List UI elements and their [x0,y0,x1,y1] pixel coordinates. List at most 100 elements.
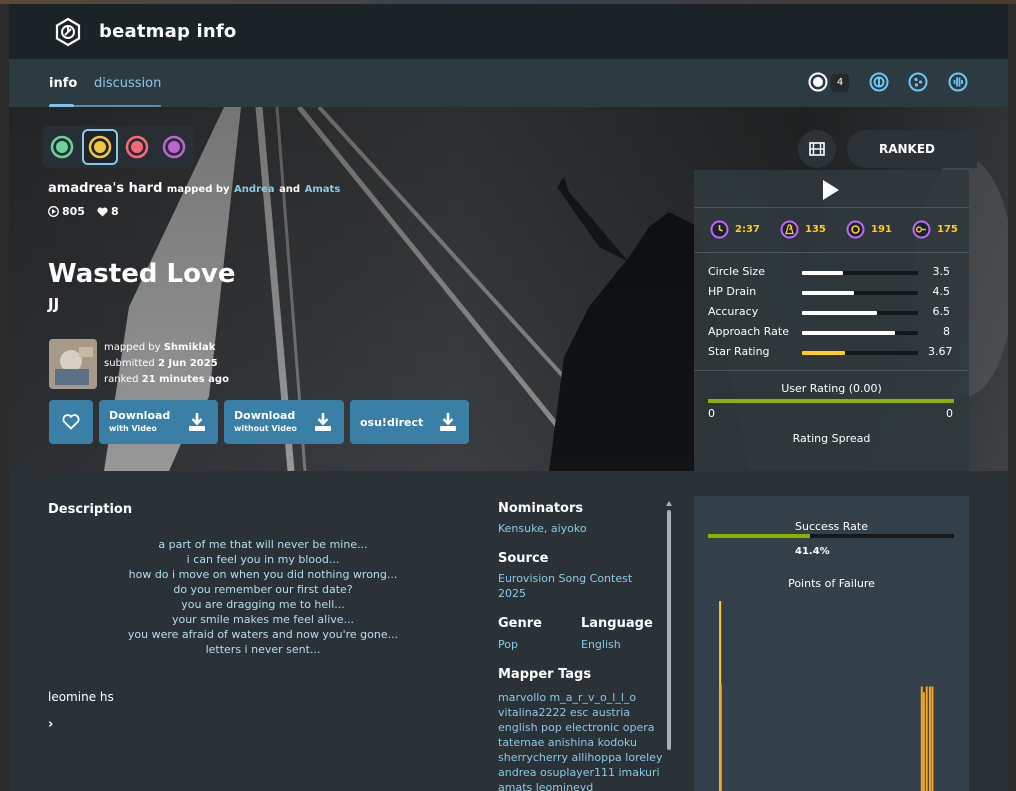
description-footer: leomine hs [48,690,114,704]
attribute-value: 8 [943,325,950,338]
download-without-video-button[interactable]: Download without Video [224,400,344,444]
success-rate-panel: Success Rate 41.4% Points of Failure [694,496,969,791]
beatmap-stats-panel: 2:37 135 191 175 Circle Size 3.5 HP Drai… [694,170,969,471]
attribute-value: 3.67 [928,345,953,358]
attribute-label: Star Rating [708,345,770,358]
chevron-right-icon[interactable]: › [48,717,53,732]
attribute-bar-fill [802,331,895,335]
download-label: Download [109,409,171,422]
taiko-mode-icon[interactable] [869,72,889,92]
failure-bar [928,686,931,791]
osu-mode-icon[interactable] [808,72,828,92]
bpm-value: 135 [805,224,826,235]
ranked-date: 21 minutes ago [141,374,229,385]
difficulty-hard-icon[interactable] [88,135,112,159]
difficulty-expert-icon[interactable] [162,135,186,159]
download-icon [440,413,456,431]
description-line: i can feel you in my blood... [186,553,340,566]
mapped-by-prefix: mapped by [104,342,161,353]
guest-mapper-link[interactable]: Andrea [234,184,274,195]
beatmap-banner: amadrea's hard mapped by Andrea and Amat… [9,107,1008,471]
difficulty-insane-icon[interactable] [125,135,149,159]
user-rating-label: User Rating (0.00) [781,382,882,395]
attribute-value: 4.5 [932,285,951,298]
divider [694,370,969,371]
source-value[interactable]: Eurovision Song Contest 2025 [498,571,648,601]
success-rate-fill [708,534,810,538]
description-line: how do i move on when you did nothing wr… [128,568,398,581]
film-icon [809,142,825,156]
play-count: 805 [48,205,85,218]
download-label: Download [234,409,296,422]
points-of-failure-chart [719,601,934,791]
language-value[interactable]: English [581,637,621,652]
mania-mode-icon[interactable] [948,72,968,92]
play-stats: 805 8 [48,205,119,218]
description-text: a part of me that will never be mine... … [89,537,437,657]
download-with-video-button[interactable]: Download with Video [99,400,218,444]
attribute-bar [802,311,918,315]
osu-direct-button[interactable]: osu!direct [350,400,469,444]
scrollbar-thumb[interactable] [667,510,671,750]
ranked-prefix: ranked [104,374,139,385]
favourite-count-value: 8 [110,205,119,218]
catch-mode-icon[interactable] [908,72,928,92]
description-line: letters i never sent... [205,643,321,656]
bpm-stat: 135 [780,220,826,239]
genre-value[interactable]: Pop [498,637,518,652]
success-rate-value: 41.4% [795,546,830,557]
metronome-icon [780,220,799,239]
circles-stat: 191 [846,220,892,239]
failure-bar [931,686,934,791]
failure-bar [920,686,923,791]
attribute-label: Accuracy [708,305,759,318]
rating-min: 0 [708,407,715,420]
video-toggle-button[interactable] [798,130,836,168]
tab-info[interactable]: info [49,76,77,91]
submitted-line: submitted 2 Jun 2025 [104,356,229,372]
mapped-by-label: mapped by [166,184,230,195]
tab-discussion[interactable]: discussion [94,76,161,91]
attribute-bar [802,271,918,275]
attribute-bar-fill [802,351,845,355]
failure-bar [925,686,928,791]
difficulty-easy-icon[interactable] [50,135,74,159]
mapper-info: mapped by Shmiklak submitted 2 Jun 2025 … [104,340,229,388]
mapper-line: mapped by Shmiklak [104,340,229,356]
play-preview-icon[interactable] [818,178,842,202]
sliders-stat: 175 [912,220,958,239]
attribute-bar-fill [802,271,843,275]
failure-bar [719,684,722,791]
and-label: and [279,184,301,195]
genre-heading: Genre [498,616,542,631]
creator-link[interactable]: Shmiklak [164,342,216,353]
failure-bar [922,692,925,791]
heart-icon [97,206,108,216]
mapper-avatar[interactable] [49,339,97,389]
description-line: your smile makes me feel alive... [171,613,355,626]
favourite-button[interactable] [49,400,93,444]
nominators-value[interactable]: Kensuke, aiyoko [498,521,587,536]
attribute-approach-rate: Approach Rate 8 [708,325,958,341]
beatmap-logo-icon [55,17,81,47]
guest-mapper-link[interactable]: Amats [305,184,341,195]
mode-difficulty-count: 4 [831,74,849,92]
attribute-bar-fill [802,291,855,295]
description-heading: Description [48,502,133,517]
osu-direct-label: osu!direct [360,416,424,429]
heart-outline-icon [62,414,80,430]
description-line: do you remember our first date? [173,583,353,596]
song-artist: JJ [48,295,60,313]
difficulty-picker [42,126,194,168]
attribute-bar-fill [802,311,878,315]
attribute-value: 3.5 [932,265,951,278]
attribute-label: HP Drain [708,285,757,298]
mapper-tags-list[interactable]: marvollo m_a_r_v_o_l_l_o vitalina2222 es… [498,690,663,791]
tab-bar: info discussion 4 [9,59,1008,108]
difficulty-name: amadrea's hard [48,181,163,196]
rating-max: 0 [946,407,953,420]
divider [694,207,969,208]
submitted-date: 2 Jun 2025 [157,358,218,369]
difficulty-name-line: amadrea's hard mapped by Andrea and Amat… [48,181,340,196]
download-sublabel: without Video [234,424,297,433]
